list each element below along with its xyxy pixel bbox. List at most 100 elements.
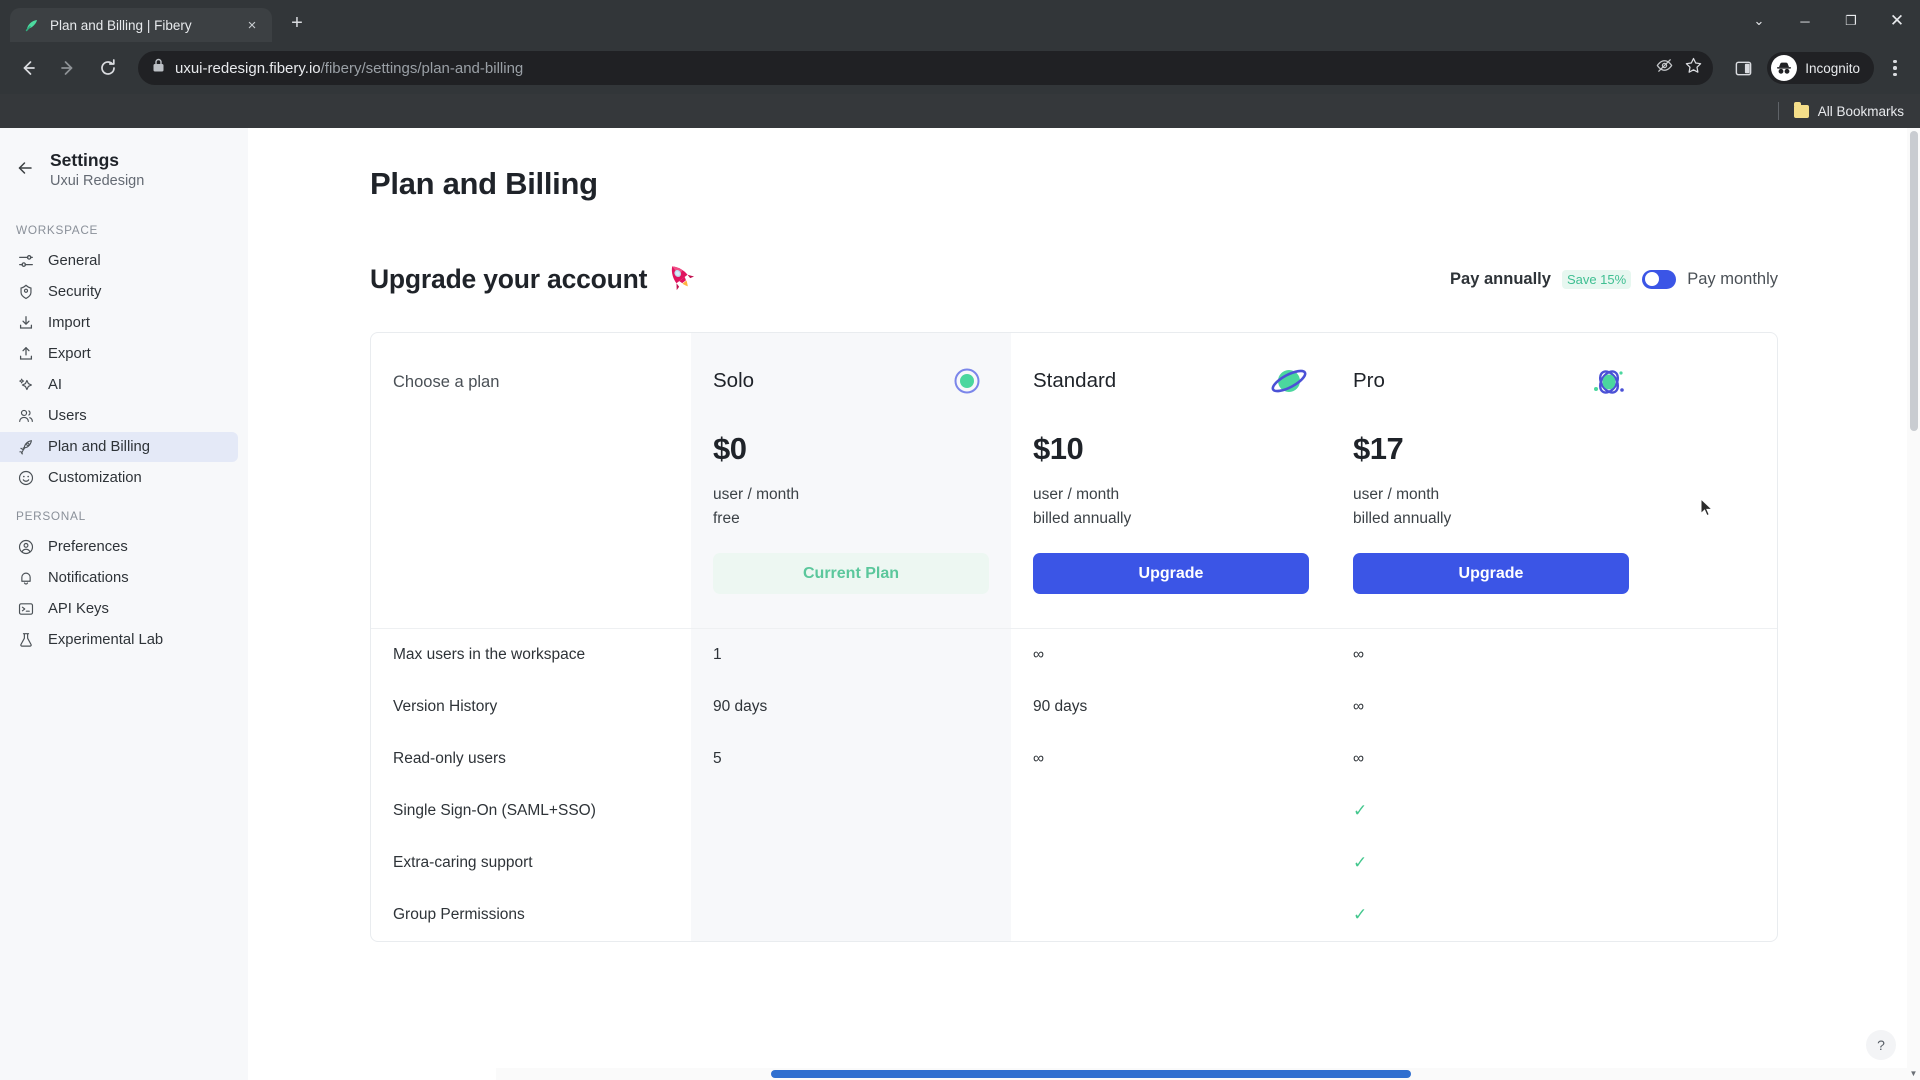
- sidebar-item-label: Security: [48, 283, 102, 300]
- feature-label: Group Permissions: [393, 906, 525, 923]
- sidebar-item-preferences[interactable]: Preferences: [0, 532, 238, 562]
- sidebar-item-label: Export: [48, 345, 91, 362]
- back-arrow-icon[interactable]: [12, 155, 38, 181]
- sidebar-title: Settings: [50, 150, 120, 170]
- sidebar-item-label: Users: [48, 407, 87, 424]
- plan-name: Pro: [1353, 369, 1385, 392]
- forward-icon[interactable]: [50, 50, 86, 86]
- feature-value-pro: ∞: [1353, 698, 1365, 715]
- horizontal-scrollbar[interactable]: [496, 1068, 1907, 1080]
- rocket-icon: [16, 437, 35, 456]
- incognito-icon: [1771, 55, 1798, 81]
- sidebar-item-label: Notifications: [48, 569, 129, 586]
- tab-search-button[interactable]: ⌄: [1736, 0, 1782, 42]
- sidebar-item-customization[interactable]: Customization: [0, 463, 238, 493]
- address-bar[interactable]: uxui-redesign.fibery.io/fibery/settings/…: [138, 51, 1714, 85]
- sidebar-item-import[interactable]: Import: [0, 308, 238, 338]
- scroll-down-icon[interactable]: ▼: [1907, 1067, 1920, 1080]
- vertical-scrollbar[interactable]: ▲ ▼: [1907, 128, 1920, 1080]
- window-controls: ⌄ ─ ❐ ✕: [1736, 0, 1920, 42]
- url-domain: uxui-redesign.fibery.io: [175, 59, 321, 77]
- upload-icon: [16, 344, 35, 363]
- horizontal-scrollbar-thumb[interactable]: [771, 1070, 1411, 1078]
- rocket-icon: [661, 258, 703, 300]
- plan-term-line-2: billed annually: [1033, 510, 1132, 528]
- minimize-button[interactable]: ─: [1782, 0, 1828, 42]
- sidebar-group-label-workspace: WORKSPACE: [16, 222, 99, 237]
- feature-value-standard: ∞: [1033, 750, 1045, 767]
- divider: [1777, 102, 1779, 120]
- feature-value-pro: ∞: [1353, 646, 1365, 663]
- sidebar-item-general[interactable]: General: [0, 246, 238, 276]
- sidebar-item-label: API Keys: [48, 600, 109, 617]
- pay-annually-label[interactable]: Pay annually: [1450, 270, 1551, 289]
- browser-window: Plan and Billing | Fibery × + ⌄ ─ ❐ ✕ ux…: [0, 0, 1920, 1080]
- feature-value-pro: ✓: [1353, 853, 1368, 872]
- flask-icon: [16, 630, 35, 649]
- billing-period-toggle[interactable]: Pay annually Save 15% Pay monthly: [1450, 269, 1778, 289]
- plan-cta-wrap: Upgrade: [1331, 531, 1651, 595]
- sidebar-item-security[interactable]: Security: [0, 277, 238, 307]
- new-tab-button[interactable]: +: [280, 6, 314, 40]
- star-icon[interactable]: [1684, 56, 1703, 80]
- plan-card-body: Pro $17 user / month billed annually Upg…: [1331, 333, 1651, 628]
- feature-value-solo: 1: [691, 629, 1011, 681]
- reload-icon[interactable]: [90, 50, 126, 86]
- sidebar-item-label: General: [48, 252, 101, 269]
- kebab-menu-icon[interactable]: [1880, 50, 1910, 86]
- plan-header-row: Choose a plan Solo $0 user / month free …: [371, 333, 1777, 628]
- atom-icon: [1587, 361, 1627, 401]
- help-button[interactable]: ?: [1866, 1030, 1896, 1060]
- plan-card-standard: Standard $10 user / month billed annuall…: [1011, 333, 1331, 628]
- upgrade-button-pro[interactable]: Upgrade: [1353, 553, 1629, 595]
- plan-card-pro: Pro $17 user / month billed annually Upg…: [1331, 333, 1651, 628]
- plan-term-line-2: billed annually: [1353, 510, 1452, 528]
- plan-terms: user / month free: [691, 467, 1011, 531]
- table-row: Extra-caring support ✓: [371, 837, 1777, 889]
- feature-value-pro: ✓: [1353, 905, 1368, 924]
- sidebar-item-label: Customization: [48, 469, 142, 486]
- sidebar-item-api-keys[interactable]: API Keys: [0, 594, 238, 624]
- sidebar-item-label: Experimental Lab: [48, 631, 164, 648]
- close-icon[interactable]: ×: [242, 15, 262, 35]
- incognito-profile-button[interactable]: Incognito: [1767, 52, 1874, 84]
- plan-price: $0: [713, 431, 747, 466]
- plan-cta-wrap: Upgrade: [1011, 531, 1331, 595]
- feature-label: Max users in the workspace: [393, 646, 586, 663]
- sidebar-title-block: Settings Uxui Redesign: [50, 150, 144, 189]
- eye-off-icon[interactable]: [1655, 56, 1674, 80]
- side-panel-icon[interactable]: [1725, 50, 1761, 86]
- feature-value-solo: [691, 837, 1011, 889]
- back-icon[interactable]: [10, 50, 46, 86]
- user-circle-icon: [16, 537, 35, 556]
- save-badge: Save 15%: [1561, 269, 1632, 289]
- vertical-scrollbar-thumb[interactable]: [1909, 131, 1918, 431]
- plans-label-column: Choose a plan: [371, 333, 691, 628]
- url-path: /fibery/settings/plan-and-billing: [320, 59, 524, 77]
- sidebar-item-users[interactable]: Users: [0, 401, 238, 431]
- table-row: Group Permissions ✓: [371, 889, 1777, 941]
- pay-monthly-label[interactable]: Pay monthly: [1687, 270, 1778, 289]
- radio-selected-icon: [947, 361, 987, 401]
- all-bookmarks-label[interactable]: All Bookmarks: [1818, 104, 1904, 119]
- billing-toggle-switch[interactable]: [1642, 269, 1677, 289]
- download-icon: [16, 313, 35, 332]
- sidebar-item-export[interactable]: Export: [0, 339, 238, 369]
- sidebar-item-label: AI: [48, 376, 62, 393]
- sidebar-item-plan-and-billing[interactable]: Plan and Billing: [0, 431, 238, 462]
- maximize-button[interactable]: ❐: [1828, 0, 1874, 42]
- sidebar-item-notifications[interactable]: Notifications: [0, 563, 238, 593]
- toolbar-right: Incognito: [1725, 50, 1910, 86]
- toggle-knob: [1645, 272, 1660, 286]
- feature-value-standard: 90 days: [1033, 698, 1088, 715]
- users-icon: [16, 406, 35, 425]
- browser-tab[interactable]: Plan and Billing | Fibery ×: [10, 8, 272, 42]
- sidebar-item-label: Import: [48, 314, 90, 331]
- tab-strip: Plan and Billing | Fibery × + ⌄ ─ ❐ ✕: [0, 0, 1920, 42]
- window-close-button[interactable]: ✕: [1874, 0, 1920, 42]
- plan-header: Solo: [691, 333, 1011, 401]
- sidebar-item-ai[interactable]: AI: [0, 370, 238, 400]
- sidebar-item-experimental-lab[interactable]: Experimental Lab: [0, 625, 238, 655]
- table-row: Read-only users 5 ∞ ∞: [371, 733, 1777, 785]
- upgrade-button-standard[interactable]: Upgrade: [1033, 553, 1309, 595]
